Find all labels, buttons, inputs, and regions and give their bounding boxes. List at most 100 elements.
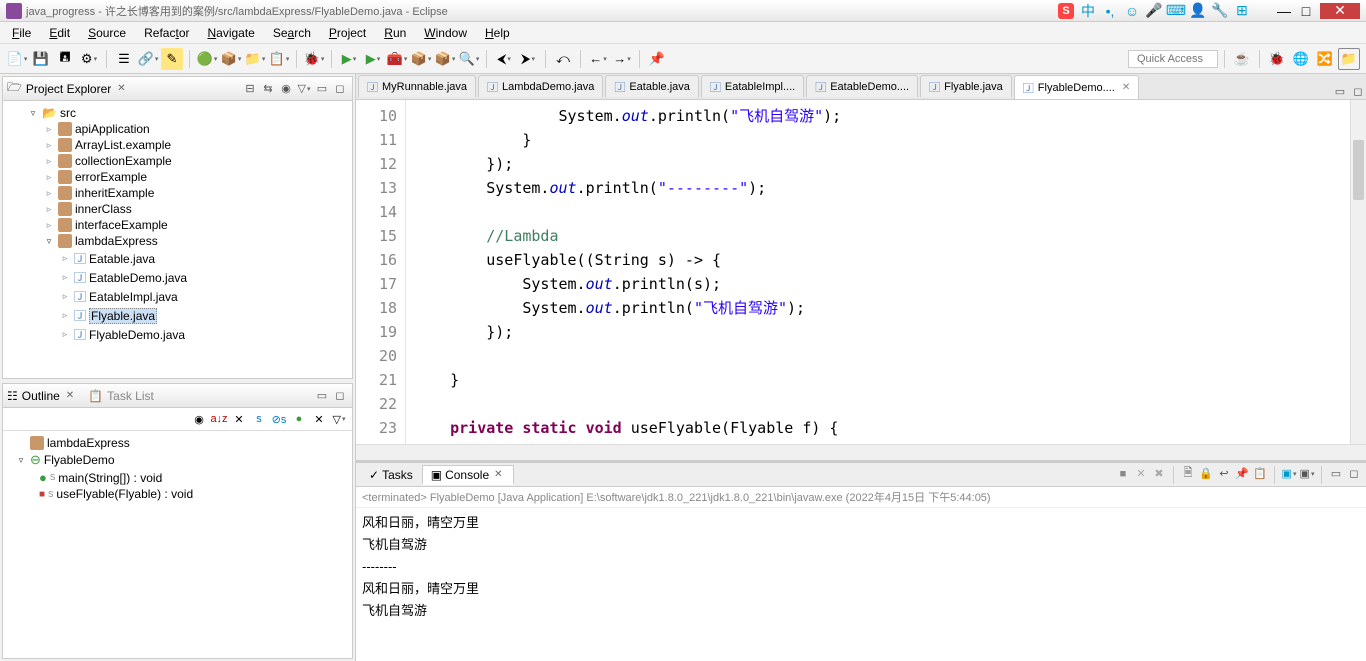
hide-static-icon[interactable]: s [250, 410, 268, 428]
next-annot-icon[interactable]: ⮞ [517, 48, 539, 70]
menu-edit[interactable]: Edit [41, 24, 78, 42]
code-editor[interactable]: System.out.println("飞机自驾游"); } }); Syste… [406, 100, 1350, 444]
tree-pkg[interactable]: apiApplication [75, 122, 150, 136]
editor-tab[interactable]: 🄹Flyable.java [920, 75, 1012, 97]
vertical-scrollbar[interactable] [1350, 100, 1366, 444]
tree-pkg[interactable]: interfaceExample [75, 218, 168, 232]
console-tab[interactable]: ▣Console✕ [422, 465, 514, 485]
persp-java-icon[interactable]: ☕ [1231, 48, 1253, 70]
persp-javaee-icon[interactable]: 🌐 [1290, 48, 1312, 70]
tree-pkg[interactable]: errorExample [75, 170, 147, 184]
pin-console-icon[interactable]: 📌 [1234, 466, 1250, 482]
horizontal-scrollbar[interactable] [356, 444, 1366, 460]
new-class-icon[interactable]: 🟢 [196, 48, 218, 70]
tree-pkg[interactable]: collectionExample [75, 154, 172, 168]
word-wrap-icon[interactable]: ↩ [1216, 466, 1232, 482]
outline-tree[interactable]: lambdaExpress ⊖FlyableDemo ●Smain(String… [3, 431, 352, 658]
new-java-icon[interactable]: 📦 [434, 48, 456, 70]
outline-pkg[interactable]: lambdaExpress [47, 436, 130, 450]
outline-class[interactable]: FlyableDemo [44, 453, 115, 467]
outline-method-0[interactable]: main(String[]) : void [58, 471, 162, 485]
ext-tools-icon[interactable]: 🧰 [386, 48, 408, 70]
menu-refactor[interactable]: Refactor [136, 24, 197, 42]
last-edit-icon[interactable]: ⤺ [552, 48, 574, 70]
open-console-icon[interactable]: ▣ [1299, 466, 1315, 482]
hide-nonpublic-icon[interactable]: ⊘s [270, 410, 288, 428]
persp-debug-icon[interactable]: 🐞 [1266, 48, 1288, 70]
close-pe-icon[interactable]: ✕ [115, 83, 127, 94]
new-file-icon[interactable]: 📋 [268, 48, 290, 70]
new-pkg-icon[interactable]: 📦 [220, 48, 242, 70]
view-menu-icon[interactable]: ▽ [296, 81, 312, 97]
close-tab-icon[interactable]: ✕ [1122, 82, 1130, 93]
debug-icon[interactable]: 🐞 [303, 48, 325, 70]
new-icon[interactable]: 📄 [6, 48, 28, 70]
focus-outline-icon[interactable]: ◉ [190, 410, 208, 428]
tree-src[interactable]: src [60, 106, 76, 120]
prev-annot-icon[interactable]: ⮜ [493, 48, 515, 70]
search-icon[interactable]: 🔍 [458, 48, 480, 70]
editor-tab[interactable]: 🄹FlyableDemo....✕ [1014, 75, 1139, 99]
keyboard-icon[interactable]: ⌨ [1168, 3, 1184, 19]
highlight-icon[interactable]: ✎ [161, 48, 183, 70]
persp-res-icon[interactable]: 📁 [1338, 48, 1360, 70]
hide-fields-icon[interactable]: ✕ [230, 410, 248, 428]
console-output[interactable]: 风和日丽，晴空万里 飞机自驾游 -------- 风和日丽，晴空万里 飞机自驾游 [356, 508, 1366, 661]
coverage-icon[interactable]: ▶ [362, 48, 384, 70]
focus-icon[interactable]: ◉ [278, 81, 294, 97]
pin-icon[interactable]: 📌 [646, 48, 668, 70]
max-icon[interactable]: □ [1298, 3, 1314, 19]
min-outline-icon[interactable]: ▭ [314, 388, 330, 404]
new-proj-icon[interactable]: 📦 [410, 48, 432, 70]
smile-icon[interactable]: ☺ [1124, 3, 1140, 19]
project-tree[interactable]: 📂src apiApplicationArrayList.examplecoll… [3, 101, 352, 378]
editor-tab[interactable]: 🄹Eatable.java [605, 75, 699, 97]
max-console-icon[interactable]: ◻ [1346, 466, 1362, 482]
remove-all-icon[interactable]: ✖ [1151, 466, 1167, 482]
menu-project[interactable]: Project [321, 24, 374, 42]
menu-file[interactable]: File [4, 24, 39, 42]
new-folder-icon[interactable]: 📁 [244, 48, 266, 70]
tree-pkg[interactable]: ArrayList.example [75, 138, 171, 152]
person-icon[interactable]: 👤 [1190, 3, 1206, 19]
menu-source[interactable]: Source [80, 24, 134, 42]
tree-file[interactable]: EatableDemo.java [89, 271, 187, 285]
menu-navigate[interactable]: Navigate [199, 24, 262, 42]
close-outline-icon[interactable]: ✕ [64, 390, 76, 401]
back-icon[interactable]: ← [587, 48, 609, 70]
print-icon[interactable]: ⚙ [78, 48, 100, 70]
editor-tab[interactable]: 🄹MyRunnable.java [358, 75, 476, 97]
terminate-icon[interactable]: ■ [1115, 466, 1131, 482]
tree-pkg[interactable]: innerClass [75, 202, 132, 216]
editor-tab[interactable]: 🄹EatableDemo.... [806, 75, 918, 97]
mic-icon[interactable]: 🎤 [1146, 3, 1162, 19]
clear-console-icon[interactable]: 🗎 [1180, 466, 1196, 482]
min-pe-icon[interactable]: ▭ [314, 81, 330, 97]
sort-az-icon[interactable]: a↓z [210, 410, 228, 428]
remove-launch-icon[interactable]: ✕ [1133, 466, 1149, 482]
editor-tab[interactable]: 🄹LambdaDemo.java [478, 75, 603, 97]
save-icon[interactable]: 💾 [30, 48, 52, 70]
min-editor-icon[interactable]: ▭ [1332, 83, 1348, 99]
sogou-icon[interactable]: S [1058, 3, 1074, 19]
tree-pkg-open[interactable]: lambdaExpress [75, 234, 158, 248]
max-editor-icon[interactable]: ◻ [1350, 83, 1366, 99]
tree-file[interactable]: Flyable.java [89, 308, 157, 324]
close-icon[interactable]: ✕ [1320, 3, 1360, 19]
save-all-icon[interactable]: 🖪 [54, 48, 76, 70]
max-pe-icon[interactable]: ◻ [332, 81, 348, 97]
tree-file[interactable]: FlyableDemo.java [89, 328, 185, 342]
tree-file[interactable]: EatableImpl.java [89, 290, 178, 304]
show-console-icon[interactable]: 📋 [1252, 466, 1268, 482]
tasklist-tab[interactable]: Task List [107, 389, 154, 403]
outline-method-1[interactable]: useFlyable(Flyable) : void [56, 487, 193, 501]
wrench-icon[interactable]: 🔧 [1212, 3, 1228, 19]
quick-access-input[interactable] [1128, 50, 1218, 68]
open-type-icon[interactable]: 🔗 [137, 48, 159, 70]
collapse-icon[interactable]: ⊟ [242, 81, 258, 97]
close-console-icon[interactable]: ✕ [492, 469, 504, 480]
menu-run[interactable]: Run [376, 24, 414, 42]
filter-icon[interactable]: ✕ [310, 410, 328, 428]
grid-icon[interactable]: ⊞ [1234, 3, 1250, 19]
menu-window[interactable]: Window [416, 24, 475, 42]
